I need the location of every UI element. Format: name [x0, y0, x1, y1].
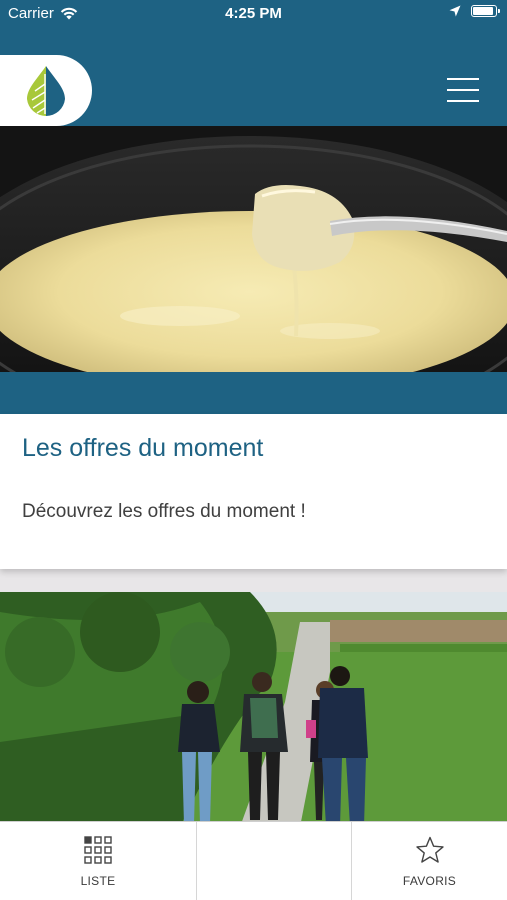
hamburger-menu-icon[interactable] [447, 78, 479, 102]
status-icons [449, 5, 500, 17]
tab-liste[interactable]: LISTE [0, 822, 197, 900]
fondue-cheese-photo[interactable] [0, 126, 507, 372]
tab-favoris[interactable]: FAVORIS [352, 822, 507, 900]
menu-line [447, 78, 479, 80]
menu-line [447, 89, 479, 91]
offers-description: Découvrez les offres du moment ! [22, 501, 306, 522]
menu-line [447, 100, 479, 102]
content-scroll[interactable]: Les offres du moment Découvrez les offre… [0, 126, 507, 821]
hikers-on-trail-photo[interactable] [0, 592, 507, 821]
tab-favoris-label: FAVORIS [402, 874, 457, 888]
star-icon [415, 836, 444, 863]
teal-band [0, 372, 507, 414]
tab-empty[interactable] [197, 822, 352, 900]
status-bar: Carrier 4:25 PM [0, 0, 507, 28]
offers-title: Les offres du moment [22, 434, 264, 462]
tab-liste-label: LISTE [80, 874, 116, 888]
location-arrow-icon [449, 5, 461, 17]
clock: 4:25 PM [225, 5, 282, 22]
card-gap [0, 569, 507, 592]
logo-badge[interactable] [0, 55, 92, 126]
header-bar [0, 28, 507, 126]
offers-card[interactable]: Les offres du moment Découvrez les offre… [0, 414, 507, 569]
tab-bar: LISTE FAVORIS [0, 821, 507, 900]
app-screen: Carrier 4:25 PM Les offres du moment Déc… [0, 0, 507, 900]
leaf-drop-logo [27, 65, 65, 116]
grid-icon [84, 836, 112, 864]
battery-icon [471, 5, 500, 17]
